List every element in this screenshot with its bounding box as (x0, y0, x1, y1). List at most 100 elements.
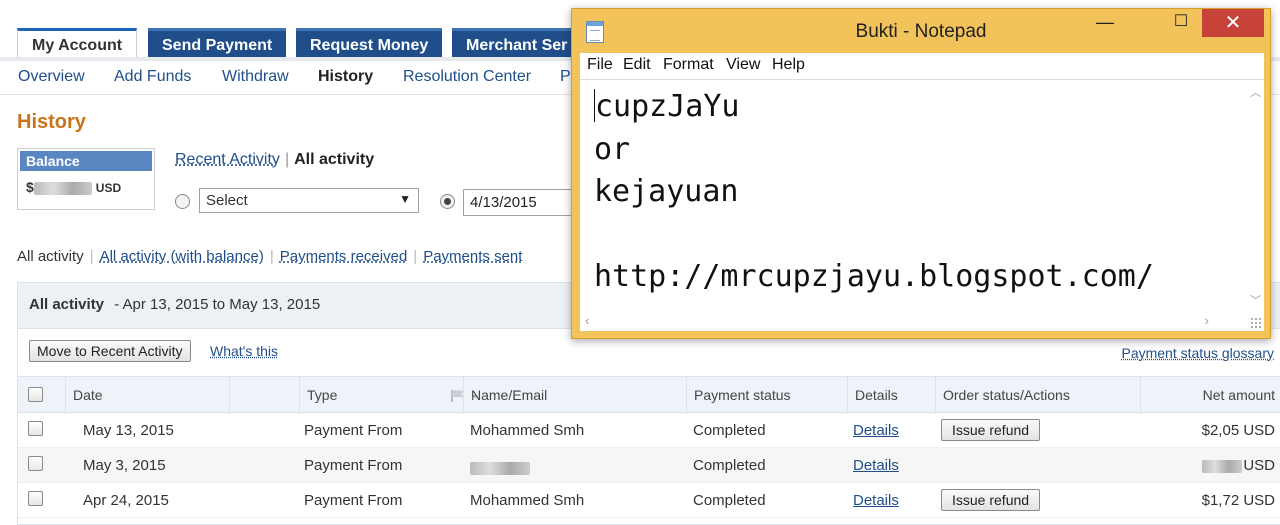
panel-date-range: - Apr 13, 2015 to May 13, 2015 (114, 296, 321, 313)
redacted-name (470, 459, 530, 476)
scroll-right-icon[interactable]: › (1205, 313, 1209, 328)
text-line-3: kejayuan (594, 174, 739, 209)
row-status: Completed (693, 492, 766, 509)
scroll-up-icon[interactable]: ︿ (1250, 84, 1261, 100)
row-details-link[interactable]: Details (853, 422, 899, 439)
row-amount: $1,72 USD (1201, 492, 1275, 509)
balance-box: Balance $ USD (17, 148, 155, 210)
period-select-value: Select (206, 192, 248, 209)
sub-nav-overview[interactable]: Overview (18, 68, 85, 86)
sub-nav-withdraw[interactable]: Withdraw (222, 68, 289, 86)
col-date[interactable]: Date (65, 377, 229, 414)
maximize-button[interactable]: ☐ (1164, 9, 1198, 37)
scroll-down-icon[interactable]: ﹀ (1250, 292, 1261, 308)
tab-request-money[interactable]: Request Money (296, 28, 443, 57)
row-date: May 13, 2015 (83, 422, 174, 439)
row-checkbox[interactable] (28, 491, 43, 506)
notepad-text: cupzJaYu or kejayuan http://mrcupzjayu.b… (594, 86, 1154, 299)
notepad-text-area[interactable]: cupzJaYu or kejayuan http://mrcupzjayu.b… (580, 79, 1264, 331)
date-from-input[interactable]: 4/13/2015 (463, 189, 583, 216)
separator: | (89, 248, 94, 265)
move-to-recent-button[interactable]: Move to Recent Activity (29, 340, 191, 362)
table-row: Apr 24, 2015 Payment From Mohammed Smh C… (18, 483, 1280, 518)
row-checkbox[interactable] (28, 456, 43, 471)
dropdown-arrow-icon: ▼ (399, 192, 411, 206)
col-details: Details (847, 377, 935, 414)
filter-links: All activity | All activity (with balance)… (17, 248, 522, 265)
vertical-scrollbar[interactable]: ︿ ﹀ (1247, 80, 1264, 312)
sub-nav-resolution-center[interactable]: Resolution Center (403, 68, 531, 86)
filter-payments-received[interactable]: Payments received (280, 248, 408, 265)
row-type: Payment From (304, 422, 403, 439)
text-line-1: cupzJaYu (595, 89, 740, 124)
payment-status-glossary-link[interactable]: Payment status glossary (1121, 345, 1274, 361)
menu-view[interactable]: View (726, 56, 760, 74)
close-button[interactable]: ✕ (1202, 9, 1264, 37)
scroll-left-icon[interactable]: ‹ (585, 313, 589, 328)
text-line-2: or (594, 131, 631, 167)
col-name-email[interactable]: Name/Email (463, 377, 686, 414)
col-payment-status[interactable]: Payment status (686, 377, 846, 414)
activity-table: Date Type Name/Email Payment status Deta… (18, 376, 1280, 518)
menu-edit[interactable]: Edit (623, 56, 651, 74)
radio-date-range[interactable] (440, 194, 455, 209)
separator: | (284, 151, 290, 168)
row-amount: USD (1202, 457, 1275, 474)
row-checkbox[interactable] (28, 421, 43, 436)
view-toggle: Recent Activity | All activity (175, 151, 374, 169)
balance-label: Balance (20, 151, 152, 171)
col-net-amount[interactable]: Net amount (1140, 377, 1280, 414)
col-flag[interactable] (229, 377, 478, 414)
whats-this-link[interactable]: What's this (210, 343, 278, 359)
menu-format[interactable]: Format (663, 56, 714, 74)
recent-activity-link[interactable]: Recent Activity (175, 151, 280, 168)
row-amount: $2,05 USD (1201, 422, 1275, 439)
resize-grip-icon[interactable] (1250, 317, 1262, 329)
row-name: Mohammed Smh (470, 422, 585, 439)
filter-all-activity: All activity (17, 248, 84, 265)
row-name: Mohammed Smh (470, 492, 585, 509)
period-select[interactable]: Select ▼ (199, 188, 419, 213)
row-details-link[interactable]: Details (853, 492, 899, 509)
separator: | (413, 248, 418, 265)
menu-help[interactable]: Help (772, 56, 805, 74)
notepad-window: Bukti - Notepad — ☐ ✕ File Edit Format V… (571, 8, 1271, 339)
redacted-amount (1202, 459, 1243, 473)
radio-select-range[interactable] (175, 194, 190, 209)
col-order-status: Order status/Actions (935, 377, 1140, 414)
row-type: Payment From (304, 457, 403, 474)
text-line-5: http://mrcupzjayu.blogspot.com/ (594, 259, 1154, 294)
tab-send-payment[interactable]: Send Payment (148, 28, 287, 57)
row-details-link[interactable]: Details (853, 457, 899, 474)
issue-refund-button[interactable]: Issue refund (941, 489, 1041, 511)
redacted-balance (33, 181, 92, 195)
col-type[interactable]: Type (299, 377, 465, 414)
filter-payments-sent[interactable]: Payments sent (423, 248, 522, 265)
notepad-titlebar[interactable]: Bukti - Notepad — ☐ ✕ (572, 9, 1270, 52)
sub-nav-add-funds[interactable]: Add Funds (114, 68, 191, 86)
notepad-menu-bar: File Edit Format View Help (580, 53, 1264, 79)
balance-prefix: $ (26, 179, 34, 195)
balance-currency: USD (95, 181, 122, 195)
sub-nav-profile[interactable]: P (560, 68, 571, 86)
row-date: May 3, 2015 (83, 457, 166, 474)
filter-all-activity-with-balance[interactable]: All activity (with balance) (100, 248, 264, 265)
balance-value: $ USD (18, 173, 154, 201)
panel-title: All activity (29, 296, 105, 313)
tab-my-account[interactable]: My Account (17, 28, 138, 59)
minimize-button[interactable]: — (1088, 9, 1122, 37)
all-activity-label: All activity (294, 151, 375, 168)
row-date: Apr 24, 2015 (83, 492, 169, 509)
row-amount-currency: USD (1243, 457, 1275, 474)
menu-file[interactable]: File (587, 56, 613, 74)
table-row: May 3, 2015 Payment From Completed Detai… (18, 448, 1280, 483)
separator: | (269, 248, 274, 265)
sub-nav-history[interactable]: History (318, 68, 373, 86)
table-header: Date Type Name/Email Payment status Deta… (18, 376, 1280, 414)
issue-refund-button[interactable]: Issue refund (941, 419, 1041, 441)
row-type: Payment From (304, 492, 403, 509)
row-status: Completed (693, 457, 766, 474)
select-all-checkbox[interactable] (28, 387, 43, 402)
page-title: History (17, 111, 86, 133)
horizontal-scrollbar[interactable]: ‹ › (580, 311, 1247, 331)
